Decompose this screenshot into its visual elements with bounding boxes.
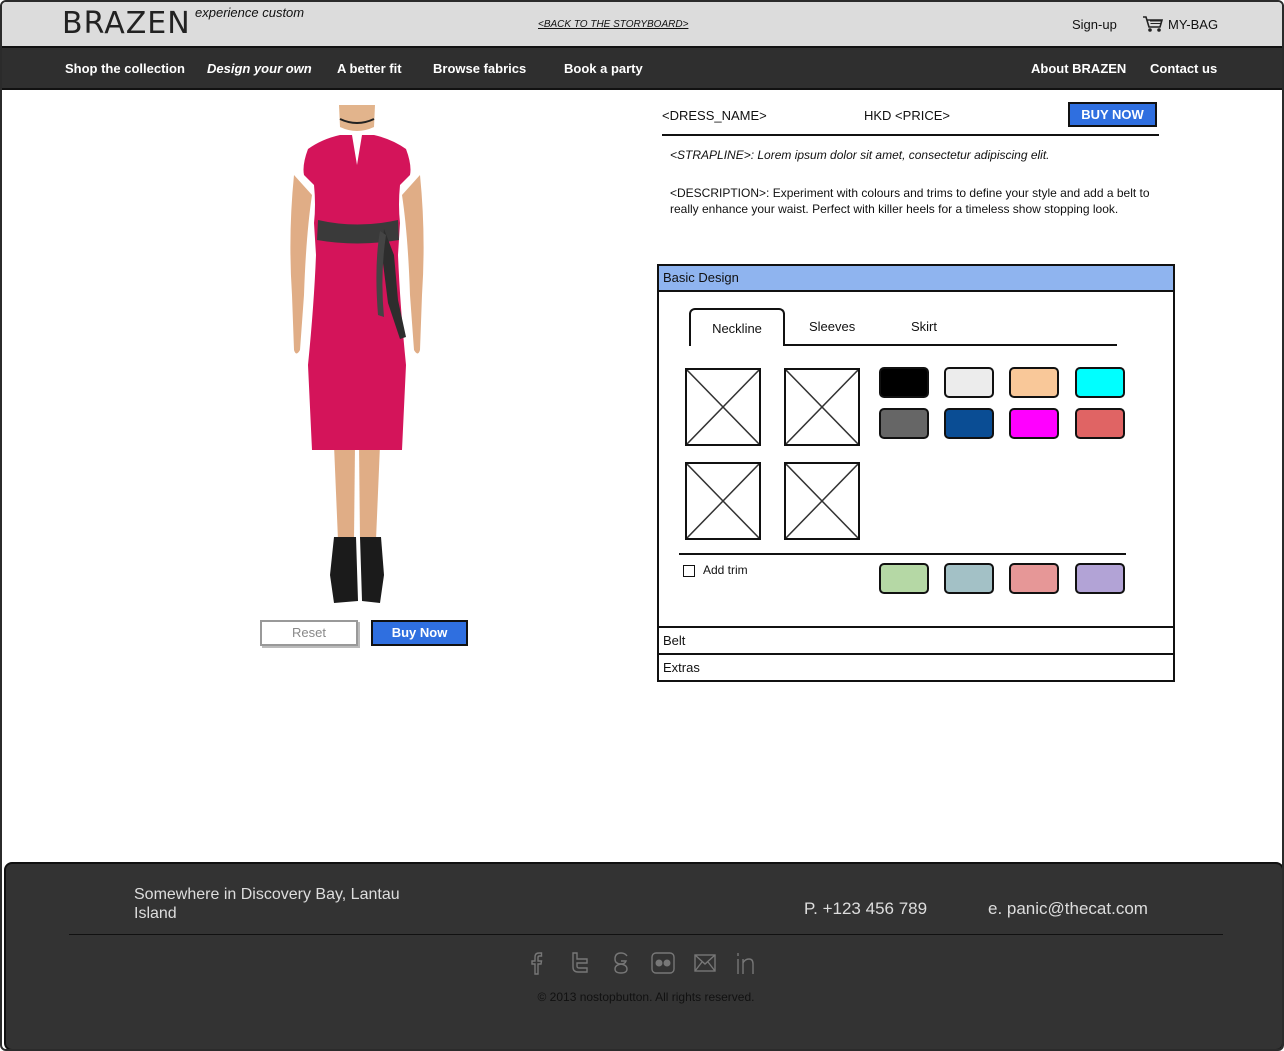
nav-item-contact[interactable]: Contact us <box>1150 61 1217 76</box>
accordion-basic-design[interactable]: Basic Design <box>659 266 1173 292</box>
email-icon[interactable] <box>692 950 718 976</box>
strapline: <STRAPLINE>: Lorem ipsum dolor sit amet,… <box>670 148 1050 162</box>
info-divider <box>662 134 1159 136</box>
footer-divider <box>69 934 1223 935</box>
footer-phone: P. +123 456 789 <box>804 899 928 918</box>
signup-link[interactable]: Sign-up <box>1072 17 1117 32</box>
neckline-option-1[interactable] <box>685 368 761 446</box>
social-links <box>524 950 760 976</box>
linkedin-icon[interactable] <box>734 950 760 976</box>
design-accordion: Basic Design Neckline Sleeves Skirt Add … <box>657 264 1175 682</box>
nav-item-book-party[interactable]: Book a party <box>564 61 643 76</box>
nav-item-design-your-own[interactable]: Design your own <box>207 61 312 76</box>
color-swatch-2[interactable] <box>944 367 994 398</box>
color-swatch-8[interactable] <box>1075 408 1125 439</box>
accordion-belt[interactable]: Belt <box>659 626 1173 653</box>
trim-swatch-4[interactable] <box>1075 563 1125 594</box>
color-swatch-1[interactable] <box>879 367 929 398</box>
tab-skirt[interactable]: Skirt <box>911 308 937 346</box>
my-bag-label: MY-BAG <box>1168 16 1219 32</box>
color-swatch-3[interactable] <box>1009 367 1059 398</box>
footer-address: Somewhere in Discovery Bay, Lantau Islan… <box>134 886 400 922</box>
reset-button[interactable]: Reset <box>260 620 358 646</box>
color-swatch-7[interactable] <box>1009 408 1059 439</box>
brand-logo[interactable]: BRAZEN <box>62 6 191 41</box>
google-plus-icon[interactable] <box>608 950 634 976</box>
facebook-icon[interactable] <box>524 950 550 976</box>
nav-item-better-fit[interactable]: A better fit <box>337 61 402 76</box>
neckline-option-3[interactable] <box>685 462 761 540</box>
main-nav: Shop the collection Design your own A be… <box>2 46 1282 90</box>
add-trim-label: Add trim <box>703 563 748 577</box>
cart-icon <box>1143 16 1164 32</box>
tabs-underline <box>783 344 1117 346</box>
top-bar: BRAZEN experience custom <BACK TO THE ST… <box>2 2 1282 46</box>
back-to-storyboard-link[interactable]: <BACK TO THE STORYBOARD> <box>538 19 688 30</box>
neckline-option-4[interactable] <box>784 462 860 540</box>
nav-item-about[interactable]: About BRAZEN <box>1031 61 1126 76</box>
dress-price: HKD <PRICE> <box>864 108 950 123</box>
buy-now-button-preview[interactable]: Buy Now <box>371 620 468 646</box>
dress-name: <DRESS_NAME> <box>662 108 767 123</box>
design-tabs: Neckline Sleeves Skirt <box>689 308 1117 346</box>
footer: Somewhere in Discovery Bay, Lantau Islan… <box>4 862 1282 1049</box>
page-frame: BRAZEN experience custom <BACK TO THE ST… <box>0 0 1284 1051</box>
brand-tagline: experience custom <box>195 5 305 20</box>
buy-now-button[interactable]: BUY NOW <box>1068 102 1157 127</box>
dress-preview-image <box>282 105 432 605</box>
color-swatch-6[interactable] <box>944 408 994 439</box>
description: <DESCRIPTION>: Experiment with colours a… <box>670 186 1150 216</box>
nav-item-shop[interactable]: Shop the collection <box>65 61 185 76</box>
nav-item-browse-fabrics[interactable]: Browse fabrics <box>433 61 526 76</box>
add-trim-checkbox[interactable] <box>683 565 695 577</box>
color-swatch-4[interactable] <box>1075 367 1125 398</box>
footer-email[interactable]: e. panic@thecat.com <box>988 899 1148 919</box>
tab-sleeves[interactable]: Sleeves <box>809 308 855 346</box>
my-bag-link[interactable]: MY-BAG <box>1142 15 1218 33</box>
neckline-option-2[interactable] <box>784 368 860 446</box>
trim-swatch-2[interactable] <box>944 563 994 594</box>
twitter-icon[interactable] <box>566 950 592 976</box>
trim-swatch-1[interactable] <box>879 563 929 594</box>
color-swatch-5[interactable] <box>879 408 929 439</box>
copyright: © 2013 nostopbutton. All rights reserved… <box>537 990 755 1004</box>
trim-swatch-3[interactable] <box>1009 563 1059 594</box>
flickr-icon[interactable] <box>650 950 676 976</box>
accordion-extras[interactable]: Extras <box>659 653 1173 680</box>
trim-divider <box>679 553 1126 555</box>
tab-neckline[interactable]: Neckline <box>689 308 785 346</box>
